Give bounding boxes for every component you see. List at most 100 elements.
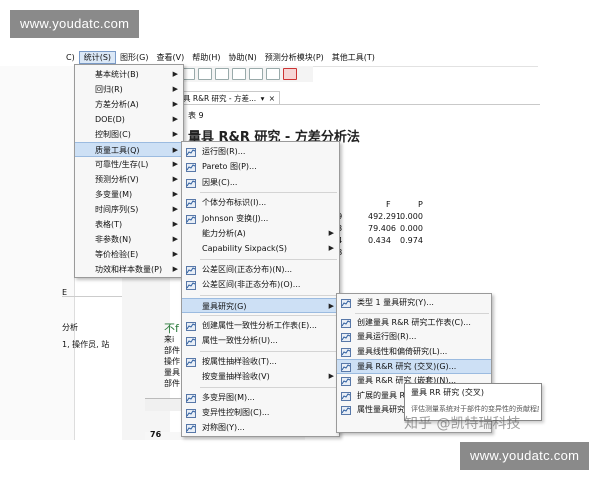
menubar-item-7[interactable]: 其他工具(T): [328, 52, 379, 63]
menu-item-label: 量具运行图(R)...: [357, 332, 417, 342]
tab-label: 具 R&R 研究 - 方差...: [183, 94, 257, 103]
stat-menu: 基本统计(B) ▶ 回归(R) ▶ 方差分析(A) ▶ DOE(D) ▶ 控制图(C) ▶ 质量工具…: [74, 64, 184, 278]
quality-menu-item[interactable]: 按属性抽样验收(T)...: [182, 354, 339, 369]
submenu-arrow-icon: ▶: [172, 70, 178, 78]
gage-menu-item[interactable]: 类型 1 量具研究(Y)...: [337, 296, 491, 311]
quality-menu-item[interactable]: 个体分布标识(I)...: [182, 195, 339, 210]
stat-menu-item[interactable]: 预测分析(V) ▶: [75, 172, 183, 187]
menubar-item-3[interactable]: 查看(V): [153, 52, 189, 63]
watermark-bottom: www.youdatc.com: [460, 442, 590, 470]
menubar-item-4[interactable]: 帮助(H): [188, 52, 224, 63]
submenu-arrow-icon: ▶: [172, 265, 178, 273]
tolerance-normal-icon: [186, 265, 196, 275]
linearity-icon: [341, 347, 351, 357]
menubar-item-0[interactable]: C): [62, 53, 79, 62]
quality-menu-item[interactable]: Capability Sixpack(S) ▶: [182, 241, 339, 256]
stat-menu-item[interactable]: 非参数(N) ▶: [75, 232, 183, 247]
distribution-id-icon: [186, 198, 196, 209]
stat-menu-item[interactable]: 回归(R) ▶: [75, 82, 183, 97]
stat-menu-item[interactable]: 方差分析(A) ▶: [75, 97, 183, 112]
submenu-arrow-icon: ▶: [172, 146, 178, 154]
submenu-arrow-icon: ▶: [328, 301, 334, 310]
quality-menu-item[interactable]: 因果(C)...: [182, 175, 339, 190]
submenu-arrow-icon: ▶: [172, 160, 178, 168]
quality-menu-item[interactable]: Pareto 图(P)...: [182, 159, 339, 174]
stat-menu-item[interactable]: DOE(D) ▶: [75, 112, 183, 127]
quality-menu-item[interactable]: 对称图(Y)...: [182, 420, 339, 435]
menubar-item-2[interactable]: 图形(G): [116, 52, 152, 63]
menu-item-label: 可靠性/生存(L): [95, 160, 149, 169]
tab-dropdown-icon[interactable]: ▾: [261, 94, 265, 103]
gage-menu-item[interactable]: 量具线性和偏倚研究(L)...: [337, 345, 491, 360]
toolbar-button-3[interactable]: [215, 68, 229, 80]
quality-menu-item[interactable]: 量具研究(G) ▶: [182, 297, 339, 313]
menu-separator: [200, 315, 337, 316]
submenu-arrow-icon: ▶: [172, 130, 178, 138]
gage-menu-item[interactable]: 量具运行图(R)...: [337, 330, 491, 345]
stat-menu-item[interactable]: 功效和样本数量(P) ▶: [75, 262, 183, 277]
stat-menu-item[interactable]: 等价检验(E) ▶: [75, 247, 183, 262]
table-header: P: [418, 200, 423, 209]
menu-item-label: 等价检验(E): [95, 250, 139, 259]
menu-item-label: 基本统计(B): [95, 70, 139, 79]
menu-separator: [355, 312, 489, 314]
gage-menu-item[interactable]: 创建量具 R&R 研究工作表(C)...: [337, 316, 491, 331]
toolbar: [178, 66, 313, 82]
submenu-arrow-icon: ▶: [172, 235, 178, 243]
table-cell: 0.000: [400, 212, 423, 221]
type1-gage-icon: [341, 299, 351, 308]
menu-item-label: 变异性控制图(C)...: [202, 408, 270, 417]
summary-line: 部件: [164, 346, 180, 355]
eraser-icon[interactable]: [283, 68, 297, 80]
attr-gage-icon: [341, 406, 351, 416]
toolbar-button-5[interactable]: [249, 68, 263, 80]
toolbar-button-4[interactable]: [232, 68, 246, 80]
menu-separator: [200, 350, 337, 352]
toolbar-button-6[interactable]: [266, 68, 280, 80]
submenu-arrow-icon: ▶: [328, 372, 334, 381]
nested-icon: [341, 377, 351, 386]
menubar-item-6[interactable]: 预测分析模块(P): [261, 52, 328, 63]
left-line-2: 1, 操作员, 站: [62, 340, 110, 349]
menu-item-label: Johnson 变换(J)...: [202, 213, 269, 223]
menubar-item-5[interactable]: 协助(N): [224, 52, 260, 63]
stat-menu-item[interactable]: 控制图(C) ▶: [75, 127, 183, 142]
stat-menu-item[interactable]: 质量工具(Q) ▶: [75, 142, 183, 157]
session-tab[interactable]: 具 R&R 研究 - 方差... ▾ ×: [178, 91, 281, 105]
quality-menu-item[interactable]: 属性一致性分析(U)...: [182, 333, 339, 348]
quality-menu-item[interactable]: 按变量抽样验收(V) ▶: [182, 369, 339, 384]
menu-item-label: 创建属性一致性分析工作表(E)...: [202, 321, 317, 330]
gage-run-icon: [341, 333, 351, 343]
menu-item-label: 方差分析(A): [95, 100, 139, 109]
menu-item-label: 按属性抽样验收(T)...: [202, 356, 277, 366]
quality-menu-item[interactable]: 能力分析(A) ▶: [182, 226, 339, 241]
menu-item-label: 因果(C)...: [202, 177, 238, 187]
quality-menu-item[interactable]: 创建属性一致性分析工作表(E)...: [182, 318, 339, 333]
submenu-arrow-icon: ▶: [172, 250, 178, 258]
menu-item-label: 多变量(M): [95, 190, 133, 199]
quality-menu-item[interactable]: Johnson 变换(J)...: [182, 211, 339, 226]
menubar-item-1[interactable]: 统计(S): [78, 50, 117, 64]
quality-tools-menu: 运行图(R)... Pareto 图(P)... 因果(C)... 个体分布标识(I)…: [181, 141, 340, 437]
stat-menu-item[interactable]: 可靠性/生存(L) ▶: [75, 157, 183, 172]
stat-menu-item[interactable]: 表格(T) ▶: [75, 217, 183, 232]
table-header: F: [386, 200, 391, 209]
table-cell: 0.434: [368, 236, 391, 245]
quality-menu-item[interactable]: 多变异图(M)...: [182, 390, 339, 405]
menu-separator: [200, 294, 337, 296]
run-chart-icon: [186, 147, 196, 157]
fishbone-icon: [186, 178, 196, 188]
quality-menu-item[interactable]: 运行图(R)...: [182, 144, 339, 159]
quality-menu-item[interactable]: 公差区间(非正态分布)(O)...: [182, 277, 339, 292]
toolbar-button-2[interactable]: [198, 68, 212, 80]
stat-menu-item[interactable]: 基本统计(B) ▶: [75, 67, 183, 82]
quality-menu-item[interactable]: 变异性控制图(C)...: [182, 405, 339, 420]
submenu-arrow-icon: ▶: [172, 115, 178, 123]
stat-menu-item[interactable]: 时间序列(S) ▶: [75, 202, 183, 217]
gage-menu-item[interactable]: 量具 R&R 研究 (交叉)(G)...: [337, 359, 491, 374]
quality-menu-item[interactable]: 公差区间(正态分布)(N)...: [182, 262, 339, 277]
close-icon[interactable]: ×: [269, 94, 275, 103]
menu-item-label: 预测分析(V): [95, 175, 139, 184]
multivari-icon: [186, 393, 196, 403]
stat-menu-item[interactable]: 多变量(M) ▶: [75, 187, 183, 202]
